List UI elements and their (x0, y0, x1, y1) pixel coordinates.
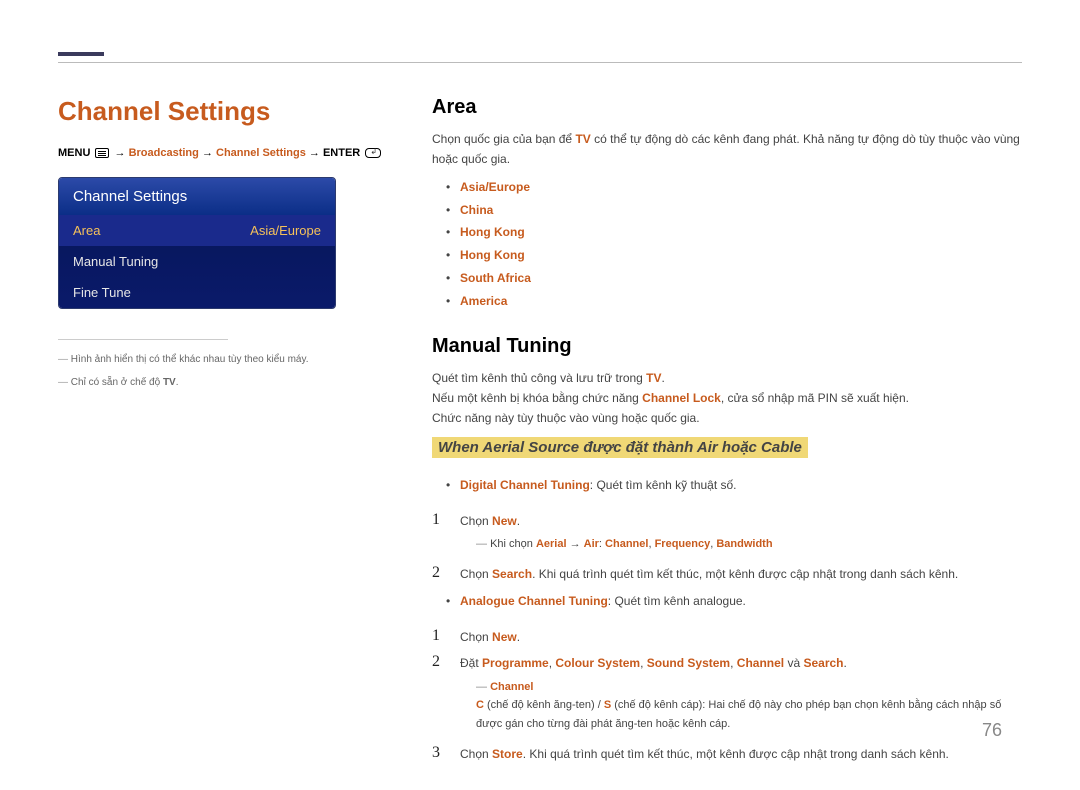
page-title: Channel Settings (58, 96, 398, 127)
paragraph: Nếu một kênh bị khóa bằng chức năng Chan… (432, 388, 1022, 408)
header-divider (58, 62, 1022, 63)
analogue-step-3: 3 Chọn Store. Khi quá trình quét tìm kết… (432, 744, 1022, 764)
list-item: Asia/Europe (432, 176, 1022, 199)
osd-row-label: Fine Tune (73, 285, 131, 300)
step-1: 1 Chọn New. Khi chọn Aerial → Air: Chann… (432, 511, 1022, 558)
arrow: → (202, 147, 216, 159)
sub-note: Khi chọn Aerial → Air: Channel, Frequenc… (460, 535, 1022, 554)
osd-row-area[interactable]: Area Asia/Europe (59, 215, 335, 246)
text: Chọn quốc gia của bạn để (432, 132, 575, 146)
enter-icon (365, 148, 381, 158)
arrow: → (115, 147, 129, 159)
analogue-step-2: 2 Đặt Programme, Colour System, Sound Sy… (432, 653, 1022, 737)
paragraph: Quét tìm kênh thủ công và lưu trữ trong … (432, 368, 1022, 388)
tv-highlight: TV (575, 132, 590, 146)
list-item: Analogue Channel Tuning: Quét tìm kênh a… (432, 590, 1022, 613)
osd-row-label: Area (73, 223, 100, 238)
footnote: Hình ảnh hiển thị có thể khác nhau tùy t… (58, 352, 398, 367)
section-heading-manual: Manual Tuning (432, 335, 1022, 358)
step-number: 3 (432, 744, 446, 762)
list-item: Hong Kong (432, 244, 1022, 267)
breadcrumb-item: Channel Settings (216, 147, 306, 159)
area-intro: Chọn quốc gia của bạn để TV có thể tự độ… (432, 129, 1022, 170)
arrow: → (309, 147, 323, 159)
list-item: America (432, 290, 1022, 313)
header-accent (58, 52, 104, 56)
step-number: 2 (432, 653, 446, 671)
step-number: 1 (432, 511, 446, 529)
osd-title: Channel Settings (59, 178, 335, 215)
step-number: 2 (432, 564, 446, 582)
osd-preview: Channel Settings Area Asia/Europe Manual… (58, 177, 336, 309)
list-item: Hong Kong (432, 221, 1022, 244)
menu-label: MENU (58, 147, 90, 159)
page-number: 76 (982, 720, 1002, 741)
osd-row-label: Manual Tuning (73, 254, 158, 269)
osd-row-fine-tune[interactable]: Fine Tune (59, 277, 335, 308)
footnote: Chỉ có sẵn ở chế độ TV. (58, 375, 398, 390)
analogue-step-1: 1 Chọn New. (432, 627, 1022, 647)
osd-row-manual-tuning[interactable]: Manual Tuning (59, 246, 335, 277)
osd-row-value: Asia/Europe (250, 223, 321, 238)
step-2: 2 Chọn Search. Khi quá trình quét tìm kế… (432, 564, 1022, 584)
section-heading-area: Area (432, 96, 1022, 119)
breadcrumb: MENU → Broadcasting → Channel Settings →… (58, 147, 398, 159)
breadcrumb-item: Broadcasting (129, 147, 199, 159)
list-item: China (432, 199, 1022, 222)
notes-divider (58, 339, 228, 340)
sub-note-channel: Channel C (chế độ kênh ăng-ten) / S (chế… (460, 678, 1022, 734)
area-options-list: Asia/Europe China Hong Kong Hong Kong So… (432, 176, 1022, 313)
tv-highlight: TV (163, 377, 176, 388)
sub-heading: When Aerial Source được đặt thành Air ho… (432, 437, 808, 458)
enter-label: ENTER (323, 147, 360, 159)
step-number: 1 (432, 627, 446, 645)
list-item: Digital Channel Tuning: Quét tìm kênh kỹ… (432, 474, 1022, 497)
menu-icon (95, 148, 109, 158)
list-item: South Africa (432, 267, 1022, 290)
paragraph: Chức năng này tùy thuộc vào vùng hoặc qu… (432, 408, 1022, 428)
